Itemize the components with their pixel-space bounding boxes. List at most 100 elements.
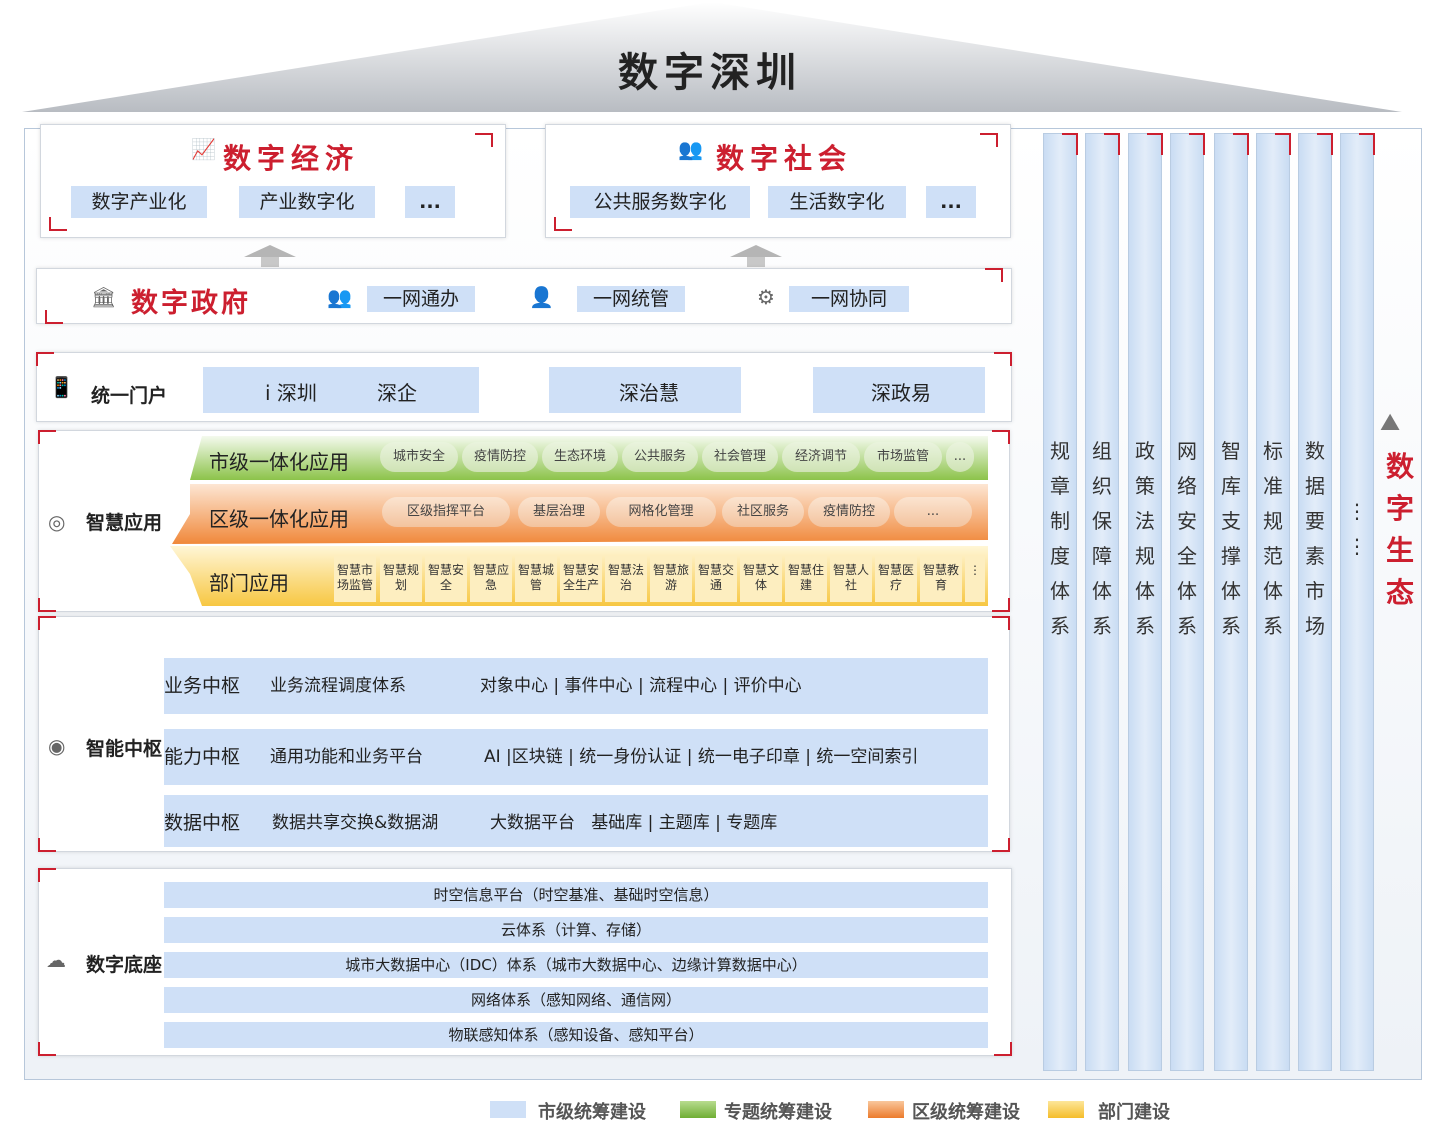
pillar-3-text: 政策法规体系 bbox=[1135, 439, 1155, 638]
city-app-4: 公共服务 bbox=[622, 442, 698, 472]
legend-swatch-topic bbox=[680, 1101, 716, 1118]
dept-app-4: 智慧应急 bbox=[470, 556, 512, 602]
city-app-7: 市场监管 bbox=[864, 442, 942, 472]
government-card: 🏛 数字政府 👥 一网通办 👤 一网统管 ⚙ 一网协同 bbox=[36, 268, 1012, 324]
people-icon: 👥 bbox=[678, 137, 703, 161]
dept-app-more: ⋮ bbox=[965, 556, 985, 602]
pillar-7-text: 数据要素市场 bbox=[1305, 439, 1325, 638]
city-app-more: ... bbox=[946, 442, 974, 472]
dept-app-1: 智慧市场监管 bbox=[334, 556, 376, 602]
portal-label: 统一门户 bbox=[91, 385, 168, 407]
legend-label-district: 区级统筹建设 bbox=[912, 1102, 1020, 1123]
hub-row-2-a: 通用功能和业务平台 bbox=[270, 747, 423, 767]
economy-card: 📈 数字经济 数字产业化 产业数字化 ... bbox=[40, 124, 506, 238]
society-card: 👥 数字社会 公共服务数字化 生活数字化 ... bbox=[545, 124, 1011, 238]
smart-apps-label: 智慧应用 bbox=[86, 512, 163, 534]
legend-swatch-district bbox=[868, 1101, 904, 1118]
legend-swatch-dept bbox=[1048, 1101, 1084, 1118]
dept-app-6: 智慧安全生产 bbox=[560, 556, 602, 602]
legend-label-topic: 专题统筹建设 bbox=[724, 1102, 832, 1123]
phone-icon: 📱 bbox=[49, 375, 74, 399]
society-item-3: ... bbox=[926, 186, 976, 218]
dept-app-9: 智慧交通 bbox=[695, 556, 737, 602]
hub-row-1-b: 对象中心 | 事件中心 | 流程中心 | 评价中心 bbox=[480, 676, 802, 696]
pillar-6: 标准规范体系 bbox=[1256, 133, 1291, 1071]
city-row-label: 市级一体化应用 bbox=[209, 450, 349, 474]
city-app-2: 疫情防控 bbox=[462, 442, 538, 472]
hub-row-3: 数据中枢 数据共享交换&数据湖 大数据平台 基础库 | 主题库 | 专题库 bbox=[164, 795, 988, 847]
up-arrow-economy-stem bbox=[261, 257, 279, 267]
hub-row-3-b: 大数据平台 基础库 | 主题库 | 专题库 bbox=[490, 813, 778, 833]
dept-app-7: 智慧法治 bbox=[605, 556, 647, 602]
pillar-8-text: ⋮ ⋮ bbox=[1347, 499, 1367, 558]
society-item-1: 公共服务数字化 bbox=[570, 186, 750, 218]
pillar-5: 智库支撑体系 bbox=[1214, 133, 1249, 1071]
up-arrow-society bbox=[730, 245, 782, 257]
cloud-icon: ☁ bbox=[46, 948, 66, 972]
pillar-6-text: 标准规范体系 bbox=[1263, 439, 1283, 638]
dept-app-11: 智慧住建 bbox=[785, 556, 827, 602]
ecology-title: 数字生态 bbox=[1385, 450, 1414, 609]
dept-app-2: 智慧规划 bbox=[380, 556, 422, 602]
city-app-1: 城市安全 bbox=[380, 442, 458, 472]
economy-item-1: 数字产业化 bbox=[71, 186, 207, 218]
district-app-2: 基层治理 bbox=[518, 497, 600, 527]
district-app-3: 网格化管理 bbox=[606, 497, 716, 527]
portal-item-4: 深政易 bbox=[871, 381, 931, 405]
dept-app-13: 智慧医疗 bbox=[875, 556, 917, 602]
economy-item-3: ... bbox=[405, 186, 455, 218]
chart-icon: 📈 bbox=[191, 137, 216, 161]
building-icon: 🏛 bbox=[91, 285, 117, 309]
base-row-3: 城市大数据中心（IDC）体系（城市大数据中心、边缘计算数据中心） bbox=[164, 952, 988, 978]
dept-app-14: 智慧教育 bbox=[920, 556, 962, 602]
dept-row-label: 部门应用 bbox=[209, 571, 289, 595]
economy-item-2: 产业数字化 bbox=[239, 186, 375, 218]
government-title: 数字政府 bbox=[131, 288, 251, 319]
network-icon: ◎ bbox=[48, 510, 66, 534]
economy-title: 数字经济 bbox=[223, 142, 360, 175]
page-title: 数字深圳 bbox=[618, 50, 802, 96]
hub-row-1: 业务中枢 业务流程调度体系 对象中心 | 事件中心 | 流程中心 | 评价中心 bbox=[164, 658, 988, 714]
society-item-2: 生活数字化 bbox=[768, 186, 906, 218]
dept-app-12: 智慧人社 bbox=[830, 556, 872, 602]
city-app-6: 经济调节 bbox=[782, 442, 860, 472]
district-row-label: 区级一体化应用 bbox=[209, 507, 349, 531]
hub-row-2: 能力中枢 通用功能和业务平台 AI |区块链 | 统一身份认证 | 统一电子印章… bbox=[164, 729, 988, 785]
admin-icon: 👤 bbox=[529, 285, 554, 309]
hub-row-3-a: 数据共享交换&数据湖 bbox=[272, 813, 439, 833]
base-row-5: 物联感知体系（感知设备、感知平台） bbox=[164, 1022, 988, 1048]
district-app-more: ... bbox=[894, 497, 972, 527]
legend-label-city: 市级统筹建设 bbox=[538, 1102, 646, 1123]
legend-label-dept: 部门建设 bbox=[1098, 1102, 1170, 1123]
users-icon: 👥 bbox=[327, 285, 352, 309]
pillar-1-text: 规章制度体系 bbox=[1050, 439, 1070, 638]
portal-card: 📱 统一门户 i 深圳 深企 深治慧 深政易 bbox=[36, 352, 1012, 422]
portal-item-1: i 深圳 bbox=[265, 381, 317, 405]
up-arrow-society-stem bbox=[747, 257, 765, 267]
district-app-5: 疫情防控 bbox=[808, 497, 890, 527]
pillar-5-text: 智库支撑体系 bbox=[1221, 439, 1241, 638]
chip-icon: ◉ bbox=[48, 734, 66, 758]
base-row-4: 网络体系（感知网络、通信网） bbox=[164, 987, 988, 1013]
hub-row-3-name: 数据中枢 bbox=[164, 812, 241, 834]
pillar-1: 规章制度体系 bbox=[1043, 133, 1078, 1071]
city-app-5: 社会管理 bbox=[702, 442, 778, 472]
dept-app-10: 智慧文体 bbox=[740, 556, 782, 602]
district-app-1: 区级指挥平台 bbox=[382, 497, 510, 527]
base-row-2: 云体系（计算、存储） bbox=[164, 917, 988, 943]
gov-item-3: 一网协同 bbox=[789, 286, 909, 312]
base-label: 数字底座 bbox=[86, 954, 163, 976]
hub-row-1-a: 业务流程调度体系 bbox=[270, 676, 406, 696]
gov-item-2: 一网统管 bbox=[577, 286, 685, 312]
district-app-4: 社区服务 bbox=[722, 497, 804, 527]
portal-item-3: 深治慧 bbox=[619, 381, 679, 405]
pillar-2: 组织保障体系 bbox=[1085, 133, 1120, 1071]
up-arrow-economy bbox=[244, 245, 296, 257]
pillar-2-text: 组织保障体系 bbox=[1092, 439, 1112, 638]
gear-icon: ⚙ bbox=[757, 285, 775, 309]
dept-app-3: 智慧安全 bbox=[425, 556, 467, 602]
pillar-4-text: 网络安全体系 bbox=[1177, 439, 1197, 638]
pillar-3: 政策法规体系 bbox=[1128, 133, 1163, 1071]
city-app-3: 生态环境 bbox=[542, 442, 618, 472]
pillar-4: 网络安全体系 bbox=[1170, 133, 1205, 1071]
